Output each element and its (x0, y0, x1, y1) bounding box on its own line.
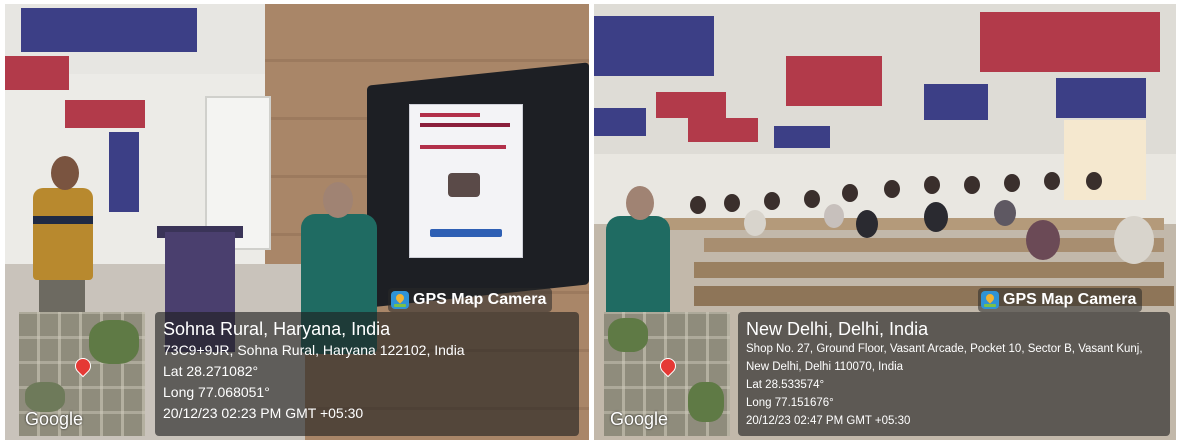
ceiling-panel-blue (21, 8, 197, 52)
gps-camera-app-icon (981, 291, 999, 309)
location-title: New Delhi, Delhi, India (746, 319, 929, 339)
latitude-text: Lat 28.271082° (163, 363, 259, 379)
datetime-text: 20/12/23 02:47 PM GMT +05:30 (746, 415, 911, 427)
address-text: 73C9+9JR, Sohna Rural, Haryana 122102, I… (163, 342, 465, 358)
longitude-text: Long 77.151676° (746, 397, 834, 409)
person-speaker-head (626, 186, 654, 220)
latitude-text: Lat 28.533574° (746, 379, 825, 391)
presentation-slide (409, 104, 523, 258)
person-left (33, 188, 93, 280)
google-logo: Google (25, 409, 84, 429)
geotag-info-panel: Sohna Rural, Haryana, India 73C9+9JR, So… (155, 312, 579, 436)
desk-row (664, 218, 1164, 230)
window (1064, 120, 1146, 200)
wall-panel-blue (109, 132, 139, 212)
desk-row (694, 262, 1164, 278)
person-speaker-head (323, 182, 353, 218)
google-logo: Google (610, 409, 669, 429)
badge-label: GPS Map Camera (413, 291, 547, 308)
badge-label: GPS Map Camera (1003, 291, 1137, 308)
person-speaker (606, 216, 670, 316)
gps-camera-app-icon (391, 291, 409, 309)
location-title: Sohna Rural, Haryana, India (163, 319, 391, 339)
gps-camera-badge: GPS Map Camera (388, 288, 553, 312)
photo-right-audience: GPS Map Camera Google New Delhi, Delhi, … (594, 4, 1176, 440)
desk-row (704, 238, 1164, 252)
geotag-info-panel: New Delhi, Delhi, India Shop No. 27, Gro… (738, 312, 1170, 436)
datetime-text: 20/12/23 02:23 PM GMT +05:30 (163, 405, 364, 421)
location-map-thumbnail: Google (604, 312, 730, 436)
photo-left-seminar-stage: GPS Map Camera Google Sohna Rural, Harya… (5, 4, 589, 440)
location-map-thumbnail: Google (19, 312, 145, 436)
wall-panel-red (65, 100, 145, 128)
gps-camera-badge: GPS Map Camera (978, 288, 1143, 312)
longitude-text: Long 77.068051° (163, 384, 270, 400)
ceiling-panel-red (5, 56, 69, 90)
address-text: Shop No. 27, Ground Floor, Vasant Arcade… (746, 343, 1143, 373)
person-left-head (51, 156, 79, 190)
